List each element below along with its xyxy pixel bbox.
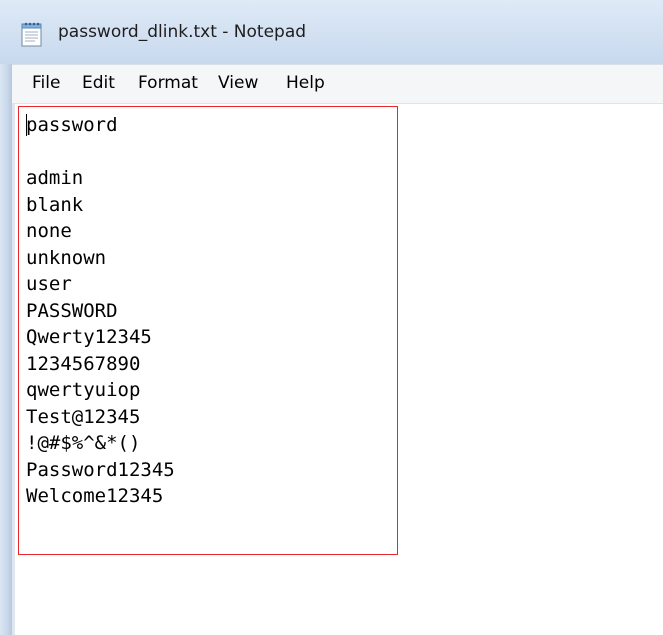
notepad-icon — [20, 21, 44, 47]
window-title: password_dlink.txt - Notepad — [58, 22, 307, 42]
menu-file[interactable]: File — [32, 73, 60, 93]
menu-format[interactable]: Format — [138, 73, 198, 93]
window-frame-left — [0, 64, 12, 635]
title-bar[interactable]: password_dlink.txt - Notepad — [0, 0, 663, 64]
editor-left-border — [12, 104, 15, 635]
menu-view[interactable]: View — [218, 73, 258, 93]
highlight-annotation-box — [18, 106, 398, 555]
menu-help[interactable]: Help — [286, 73, 325, 93]
notepad-window: password_dlink.txt - Notepad File Edit F… — [0, 0, 663, 635]
menu-edit[interactable]: Edit — [82, 73, 115, 93]
menu-bar: File Edit Format View Help — [12, 64, 663, 104]
